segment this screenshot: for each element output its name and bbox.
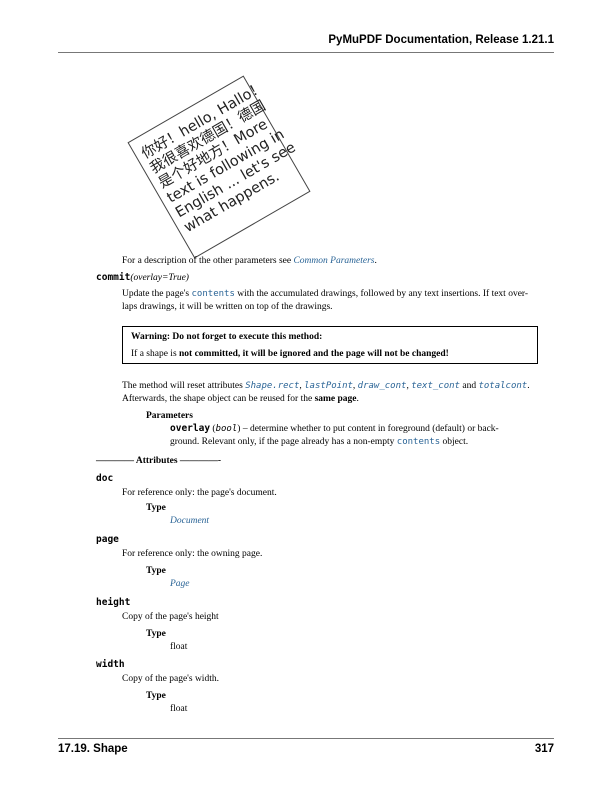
desc-text: Update the page's — [122, 289, 192, 299]
param-name: overlay — [170, 423, 211, 434]
param-desc: – determine whether to put content in fo… — [240, 424, 499, 434]
attribute-desc-page: For reference only: the owning page. — [122, 549, 263, 559]
intro-text: For a description of the other parameter… — [122, 256, 294, 266]
type-float: float — [170, 642, 188, 652]
attribute-name-height: height — [96, 597, 131, 608]
lastpoint-link[interactable]: lastPoint — [304, 381, 353, 391]
type-label: Type — [146, 691, 166, 701]
intro-suffix: . — [374, 256, 377, 266]
reset-text: The method will reset attributes — [122, 381, 246, 391]
text-cont-link[interactable]: text_cont — [411, 381, 460, 391]
parameter-overlay: overlay (bool) – determine whether to pu… — [170, 423, 499, 447]
commit-description: Update the page's contents with the accu… — [122, 288, 540, 314]
separator: and — [459, 381, 479, 391]
warning-emphasis: not committed, it will be ignored and th… — [179, 349, 449, 359]
type-float: float — [170, 704, 188, 714]
commit-method-name: commit — [96, 272, 131, 283]
attribute-name-width: width — [96, 659, 125, 670]
commit-method-params: (overlay=True) — [130, 273, 189, 283]
separator: . — [527, 381, 530, 391]
reset-paragraph: The method will reset attributes Shape.r… — [122, 380, 542, 406]
desc-text: laps drawings, it will be written on top… — [122, 302, 333, 312]
type-label: Type — [146, 503, 166, 513]
parameters-label: Parameters — [146, 411, 193, 421]
param-desc: object. — [440, 437, 469, 447]
reset-text: Afterwards, the shape object can be reus… — [122, 394, 315, 404]
intro-paragraph: For a description of the other parameter… — [122, 255, 377, 268]
type-label: Type — [146, 629, 166, 639]
warning-box: Warning: Do not forget to execute this m… — [122, 326, 538, 364]
contents-link[interactable]: contents — [192, 289, 235, 299]
contents-link[interactable]: contents — [397, 437, 440, 447]
header-divider — [58, 52, 554, 53]
totalcont-link[interactable]: totalcont — [478, 381, 527, 391]
separator: . — [356, 394, 359, 404]
attribute-desc-width: Copy of the page's width. — [122, 674, 219, 684]
type-page-link[interactable]: Page — [170, 578, 190, 591]
attribute-name-doc: doc — [96, 473, 114, 484]
same-page-emphasis: same page — [314, 394, 357, 404]
param-type: bool — [215, 424, 238, 434]
running-header: PyMuPDF Documentation, Release 1.21.1 — [328, 34, 554, 46]
page-number: 317 — [534, 743, 554, 755]
footer-section: 17.19. Shape — [58, 743, 128, 755]
type-label: Type — [146, 566, 166, 576]
warning-title: Warning: Do not forget to execute this m… — [131, 332, 323, 342]
attributes-heading: ———— Attributes ————- — [96, 456, 222, 466]
draw-cont-link[interactable]: draw_cont — [358, 381, 407, 391]
attribute-name-page: page — [96, 534, 119, 545]
shape-rect-link[interactable]: Shape.rect — [245, 381, 299, 391]
desc-text: with the accumulated drawings, followed … — [234, 289, 529, 299]
type-document-link[interactable]: Document — [170, 515, 209, 528]
attribute-desc-doc: For reference only: the page's document. — [122, 488, 277, 498]
footer-divider — [58, 738, 554, 739]
rotated-text-figure: 你好！hello, Hallo！ 我很喜欢德国！德国 是个好地方！More te… — [127, 75, 311, 259]
param-desc: ground. Relevant only, if the page alrea… — [170, 437, 397, 447]
common-parameters-link[interactable]: Common Parameters — [293, 256, 374, 266]
commit-signature: commit(overlay=True) — [96, 272, 189, 283]
warning-text: If a shape is — [131, 349, 180, 359]
attribute-desc-height: Copy of the page's height — [122, 612, 219, 622]
warning-body: If a shape is not committed, it will be … — [131, 349, 449, 359]
